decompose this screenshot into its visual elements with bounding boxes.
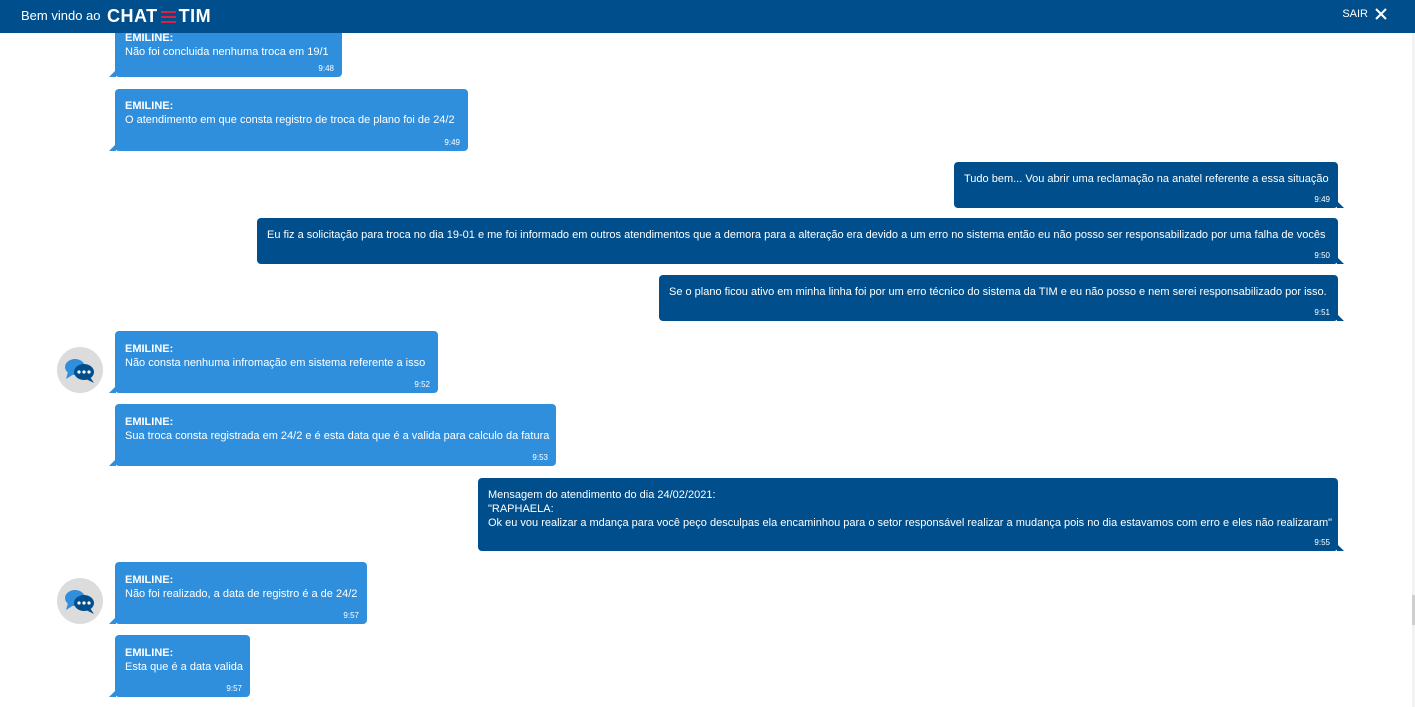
message-time: 9:50 — [1314, 251, 1330, 260]
agent-message: EMILINE: Esta que é a data valida 9:57 — [109, 635, 250, 697]
message-sender: EMILINE: — [125, 647, 174, 659]
agent-message: EMILINE: Sua troca consta registrada em … — [109, 404, 556, 466]
user-message: Eu fiz a solicitação para troca no dia 1… — [257, 218, 1344, 264]
message-time: 9:52 — [414, 380, 430, 389]
message-sender: EMILINE: — [125, 416, 174, 428]
chat-tim-logo: CHAT TIM — [107, 6, 211, 27]
message-time: 9:57 — [226, 684, 242, 693]
message-time: 9:55 — [1314, 538, 1330, 547]
message-sender: EMILINE: — [125, 343, 174, 355]
message-sender: EMILINE: — [125, 100, 174, 112]
message-time: 9:48 — [318, 64, 334, 73]
message-sender: EMILINE: — [125, 33, 174, 44]
logo-chat-text: CHAT — [107, 6, 158, 26]
message-time: 9:49 — [444, 138, 460, 147]
message-text: Esta que é a data valida — [125, 661, 244, 673]
top-bar: Bem vindo ao CHAT TIM SAIR — [0, 0, 1415, 33]
logout-label: SAIR — [1342, 8, 1368, 20]
chat-messages[interactable]: EMILINE: Não foi concluida nenhuma troca… — [0, 33, 1412, 707]
message-text: Eu fiz a solicitação para troca no dia 1… — [267, 229, 1326, 241]
message-time: 9:57 — [343, 611, 359, 620]
agent-avatar — [57, 578, 103, 624]
message-text: Não foi realizado, a data de registro é … — [125, 588, 358, 600]
agent-message: EMILINE: Não foi concluida nenhuma troca… — [109, 33, 342, 77]
message-line: Ok eu vou realizar a mdança para você pe… — [488, 517, 1333, 529]
agent-message: EMILINE: Não consta nenhuma infromação e… — [109, 331, 438, 393]
message-line: "RAPHAELA: — [488, 503, 554, 515]
logo-stripes-icon — [160, 10, 176, 23]
close-icon — [1375, 8, 1387, 20]
message-text: O atendimento em que consta registro de … — [125, 114, 455, 126]
logo-tim-text: TIM — [178, 6, 212, 26]
user-message: Se o plano ficou ativo em minha linha fo… — [659, 275, 1344, 321]
message-time: 9:53 — [532, 453, 548, 462]
user-message: Tudo bem... Vou abrir uma reclamação na … — [954, 162, 1344, 208]
message-line: Mensagem do atendimento do dia 24/02/202… — [488, 489, 716, 501]
agent-avatar — [57, 347, 103, 393]
message-text: Não foi concluida nenhuma troca em 19/1 — [125, 46, 329, 58]
logout-button[interactable]: SAIR — [1342, 8, 1387, 20]
welcome-text: Bem vindo ao — [21, 8, 101, 23]
agent-message: EMILINE: Não foi realizado, a data de re… — [109, 562, 367, 624]
chat-bubbles-icon — [65, 359, 94, 383]
message-text: Não consta nenhuma infromação em sistema… — [125, 357, 426, 369]
message-time: 9:49 — [1314, 195, 1330, 204]
message-time: 9:51 — [1314, 308, 1330, 317]
agent-message: EMILINE: O atendimento em que consta reg… — [109, 89, 468, 151]
message-text: Se o plano ficou ativo em minha linha fo… — [669, 286, 1327, 298]
message-sender: EMILINE: — [125, 574, 174, 586]
message-text: Sua troca consta registrada em 24/2 e é … — [125, 430, 550, 442]
user-message: Mensagem do atendimento do dia 24/02/202… — [478, 478, 1344, 551]
chat-bubbles-icon — [65, 590, 94, 614]
message-text: Tudo bem... Vou abrir uma reclamação na … — [964, 173, 1329, 185]
